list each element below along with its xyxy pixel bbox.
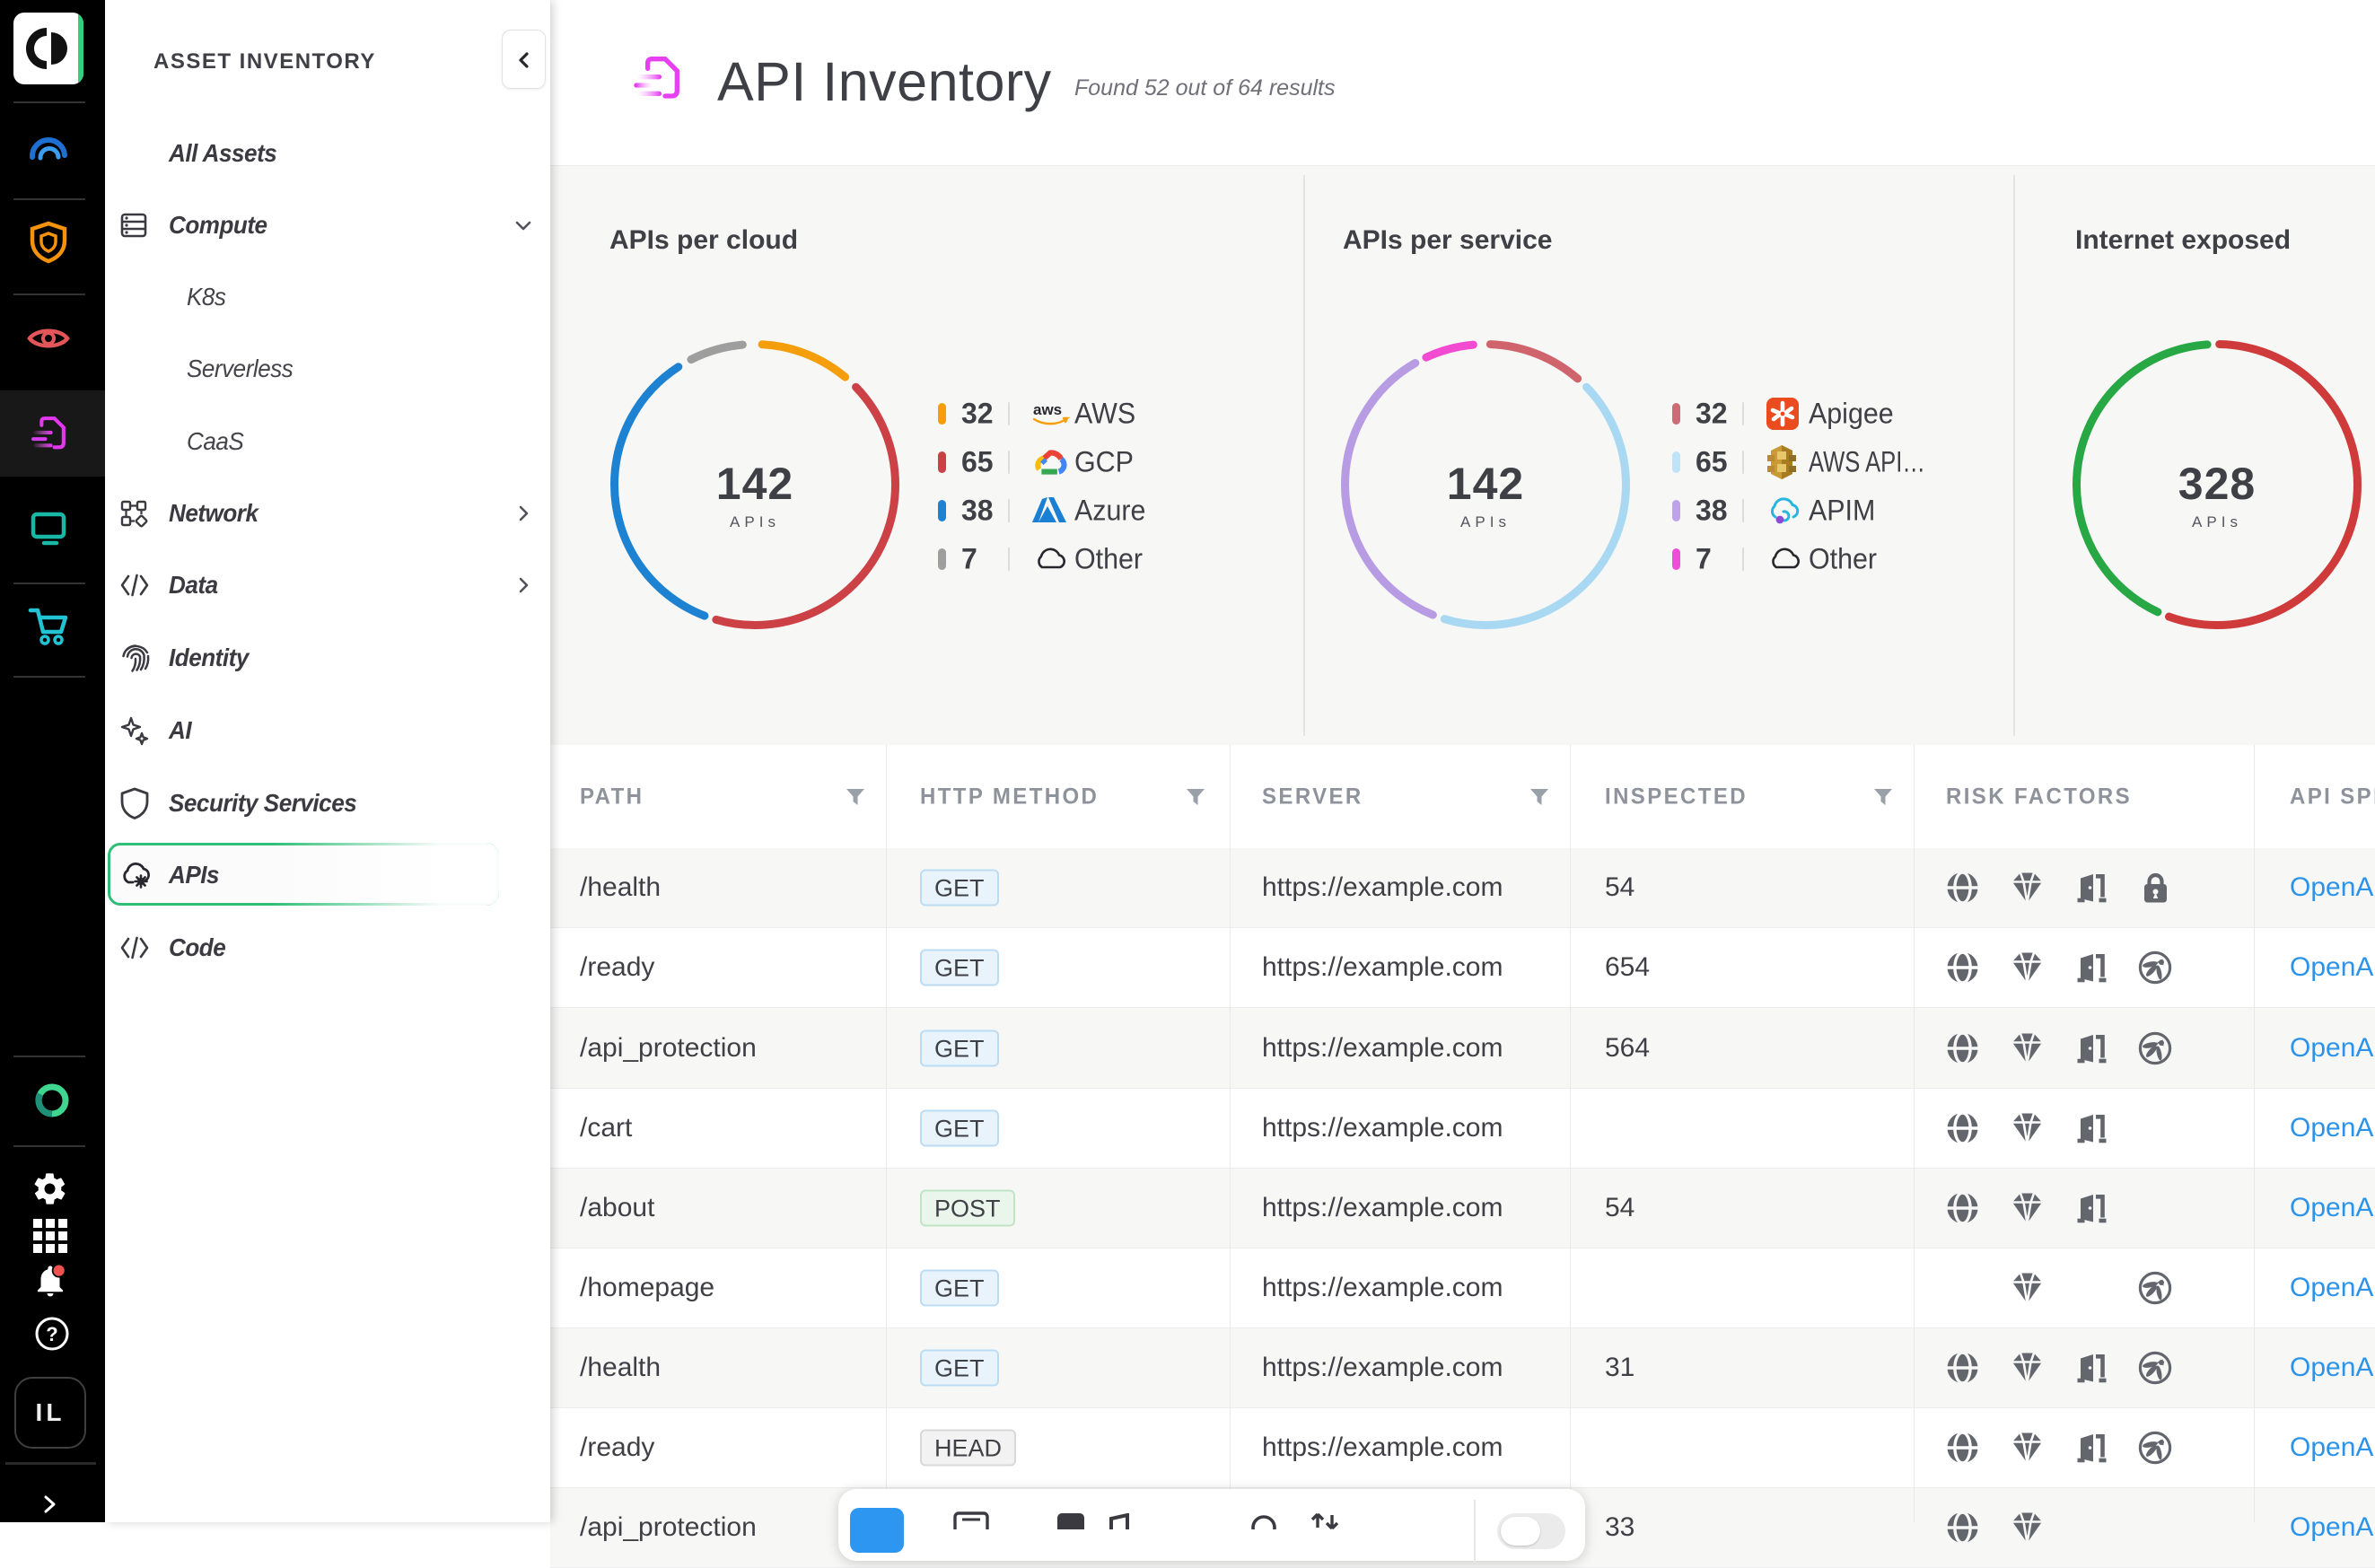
svg-text:aws: aws bbox=[1033, 401, 1062, 418]
svg-text:?: ? bbox=[46, 1323, 57, 1345]
